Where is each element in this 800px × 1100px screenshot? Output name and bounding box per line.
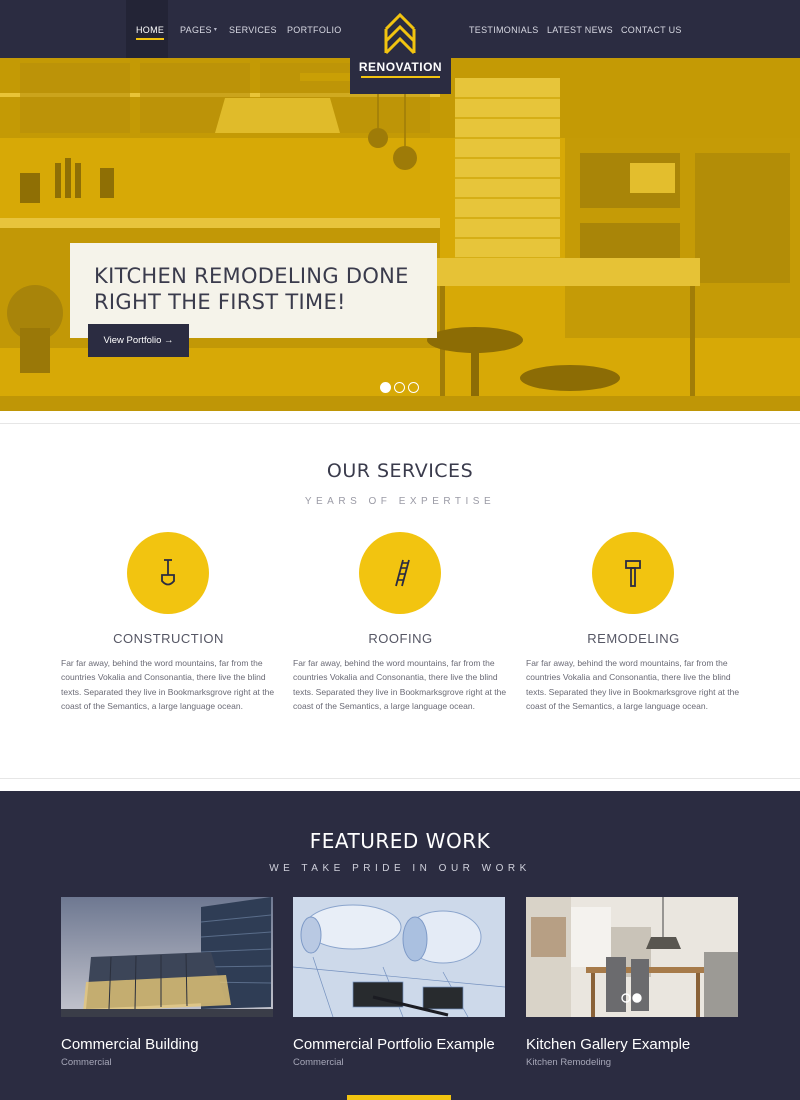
nav-item-services[interactable]: SERVICES (229, 25, 277, 35)
work-title[interactable]: Commercial Portfolio Example (293, 1036, 495, 1053)
kitchen-background-image (0, 58, 800, 411)
house-chevron-icon (384, 12, 416, 55)
service-description: Far far away, behind the word mountains,… (61, 658, 275, 712)
hammer-icon (625, 560, 641, 587)
nav-item-pages[interactable]: PAGES ▾ (180, 25, 217, 35)
service-icon-circle (592, 532, 674, 614)
kitchen-gallery-image[interactable] (526, 897, 738, 1017)
service-description: Far far away, behind the word mountains,… (293, 658, 507, 712)
slider-dot-1[interactable] (380, 382, 391, 393)
services-subtitle: YEARS OF EXPERTISE (304, 496, 496, 507)
nav-item-home[interactable]: HOME (136, 25, 165, 40)
nav-item-latest-news[interactable]: LATEST NEWS (547, 25, 613, 35)
featured-work-section: FEATURED WORK WE TAKE PRIDE IN OUR WORK … (0, 791, 800, 1100)
services-section: OUR SERVICES YEARS OF EXPERTISE CONSTRUC… (0, 411, 800, 791)
service-name: CONSTRUCTION (113, 631, 224, 646)
work-category[interactable]: Kitchen Remodeling (526, 1057, 611, 1068)
service-name: ROOFING (368, 631, 433, 646)
nav-item-pages-label: PAGES (180, 25, 212, 35)
blueprint-image[interactable] (293, 897, 505, 1017)
hero-title: KITCHEN REMODELING DONE RIGHT THE FIRST … (94, 264, 409, 314)
services-title: OUR SERVICES (326, 460, 474, 482)
chevron-down-icon: ▾ (213, 27, 218, 33)
service-icon-circle (359, 532, 441, 614)
ladder-icon (395, 559, 410, 587)
service-icon-circle (127, 532, 209, 614)
hero-slider: KITCHEN REMODELING DONE RIGHT THE FIRST … (0, 58, 800, 411)
site-logo[interactable]: RENOVATION (350, 0, 451, 94)
nav-item-testimonials[interactable]: TESTIMONIALS (469, 25, 539, 35)
work-category[interactable]: Commercial (61, 1057, 112, 1068)
slider-dots (380, 382, 419, 393)
shovel-icon (161, 559, 175, 586)
slider-dot-3[interactable] (408, 382, 419, 393)
logo-text: RENOVATION (358, 60, 443, 74)
slider-dot-2[interactable] (394, 382, 405, 393)
work-category[interactable]: Commercial (293, 1057, 344, 1068)
featured-title: FEATURED WORK (309, 829, 491, 853)
nav-item-contact-us[interactable]: CONTACT US (621, 25, 682, 35)
scroll-tab[interactable] (347, 1095, 451, 1100)
view-portfolio-button[interactable]: View Portfolio → (88, 324, 189, 357)
service-description: Far far away, behind the word mountains,… (526, 658, 740, 712)
nav-item-portfolio[interactable]: PORTFOLIO (287, 25, 342, 35)
featured-subtitle: WE TAKE PRIDE IN OUR WORK (269, 863, 531, 874)
work-title[interactable]: Kitchen Gallery Example (526, 1036, 690, 1053)
service-name: REMODELING (587, 631, 680, 646)
commercial-building-image[interactable] (61, 897, 273, 1017)
work-title[interactable]: Commercial Building (61, 1036, 199, 1053)
logo-underline (361, 76, 440, 78)
